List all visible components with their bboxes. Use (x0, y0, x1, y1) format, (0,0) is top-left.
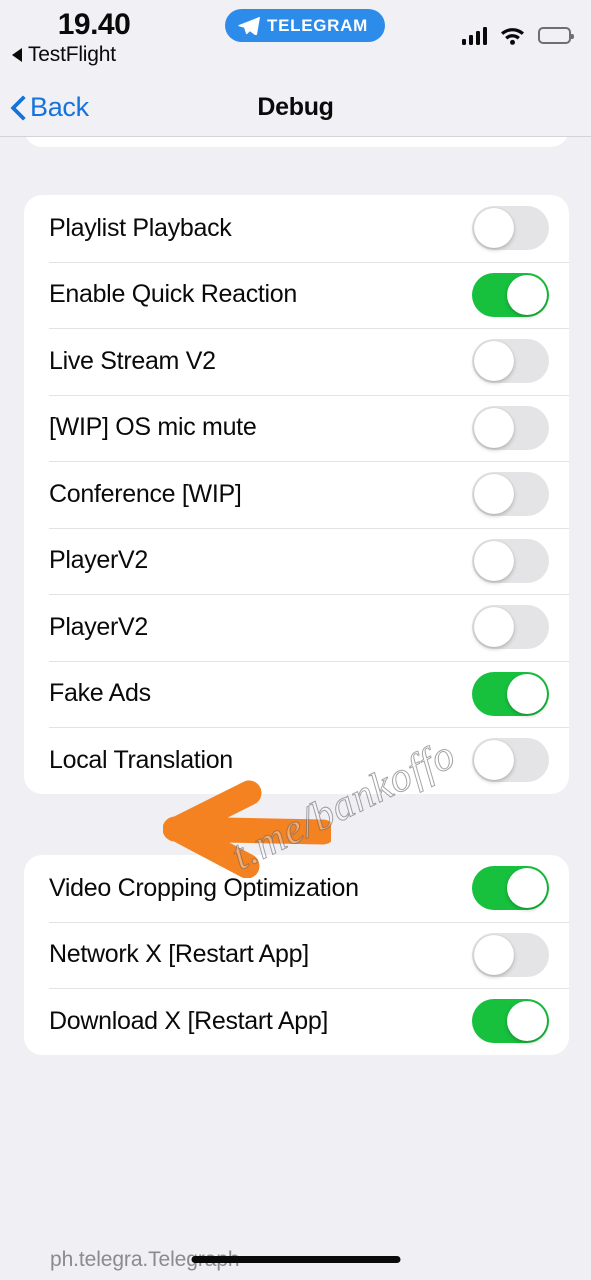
toggle-knob (474, 341, 514, 382)
status-bar-left: 19.40 TestFlight (0, 8, 200, 67)
toggle-knob (474, 208, 514, 249)
settings-row-label: [WIP] OS mic mute (49, 413, 257, 442)
settings-row[interactable]: [WIP] OS mic mute (24, 394, 569, 462)
settings-row-label: Local Translation (49, 745, 233, 774)
settings-row-label: PlayerV2 (49, 612, 149, 641)
settings-row-label: Video Cropping Optimization (49, 873, 359, 902)
settings-group-features: Playlist Playback Enable Quick Reaction Li… (24, 195, 569, 794)
settings-row[interactable]: PlayerV2 (24, 594, 569, 661)
settings-row-toggle[interactable] (472, 671, 549, 716)
toggle-knob (507, 1001, 547, 1042)
settings-row-label: Conference [WIP] (49, 479, 242, 508)
toggle-knob (474, 407, 514, 448)
toggle-knob (507, 274, 547, 315)
settings-row[interactable]: Download X [Restart App] (24, 988, 569, 1055)
triangle-left-icon (12, 48, 22, 62)
chevron-left-icon (11, 95, 26, 121)
return-to-testflight-button[interactable]: TestFlight (12, 43, 200, 67)
wifi-icon (501, 28, 524, 45)
telegram-paper-plane-icon (238, 16, 260, 35)
settings-row-toggle[interactable] (472, 932, 549, 977)
telegram-app-pill[interactable]: TELEGRAM (225, 9, 385, 42)
back-button[interactable]: Back (11, 78, 89, 137)
settings-row-label: PlayerV2 (49, 546, 149, 575)
previous-group-partial (24, 137, 569, 147)
settings-row[interactable]: Live Stream V2 (24, 328, 569, 395)
settings-row-toggle[interactable] (472, 605, 549, 650)
back-button-label: Back (30, 92, 89, 122)
settings-row[interactable]: Video Cropping Optimization (24, 855, 569, 922)
settings-row[interactable]: Playlist Playback (24, 195, 569, 262)
status-bar: 19.40 TestFlight TELEGRAM (0, 0, 591, 78)
toggle-knob (474, 540, 514, 581)
settings-row-toggle[interactable] (472, 405, 549, 450)
settings-row-label: Enable Quick Reaction (49, 280, 298, 309)
toggle-knob (474, 607, 514, 648)
cellular-signal-icon (461, 26, 487, 45)
settings-row-toggle[interactable] (472, 339, 549, 384)
settings-row-toggle[interactable] (472, 206, 549, 251)
settings-scroll-area[interactable]: Playlist Playback Enable Quick Reaction Li… (0, 137, 591, 1280)
settings-row-label: Live Stream V2 (49, 346, 216, 375)
settings-row-label: Playlist Playback (49, 213, 232, 242)
return-app-label: TestFlight (28, 43, 116, 66)
settings-row[interactable]: Conference [WIP] (24, 461, 569, 528)
settings-row-toggle[interactable] (472, 472, 549, 517)
status-bar-time: 19.40 (57, 8, 131, 41)
settings-row-toggle[interactable] (472, 538, 549, 583)
home-indicator (191, 1256, 400, 1263)
toggle-knob (474, 934, 514, 975)
settings-row-toggle[interactable] (472, 738, 549, 783)
settings-row[interactable]: Fake Ads (24, 660, 569, 728)
settings-row[interactable]: PlayerV2 (24, 527, 569, 595)
settings-row-label: Network X [Restart App] (49, 940, 309, 969)
settings-row[interactable]: Enable Quick Reaction (24, 261, 569, 329)
settings-row-toggle[interactable] (472, 866, 549, 911)
navigation-bar: Debug Back (0, 78, 591, 137)
battery-full-icon (538, 27, 574, 44)
telegram-app-pill-label: TELEGRAM (267, 15, 368, 35)
settings-row-label: Download X [Restart App] (49, 1006, 329, 1035)
settings-row-toggle[interactable] (472, 272, 549, 317)
settings-row[interactable]: Network X [Restart App] (24, 921, 569, 989)
settings-row[interactable]: Local Translation (24, 727, 569, 794)
settings-row-toggle[interactable] (472, 999, 549, 1044)
toggle-knob (507, 673, 547, 714)
settings-row-label: Fake Ads (49, 679, 151, 708)
toggle-knob (474, 474, 514, 515)
status-bar-right (461, 26, 574, 45)
app-version: 11.7.0 (30143) (50, 1275, 239, 1280)
settings-group-system: Video Cropping Optimization Network X [Re… (24, 855, 569, 1055)
toggle-knob (507, 868, 547, 909)
toggle-knob (474, 740, 514, 781)
